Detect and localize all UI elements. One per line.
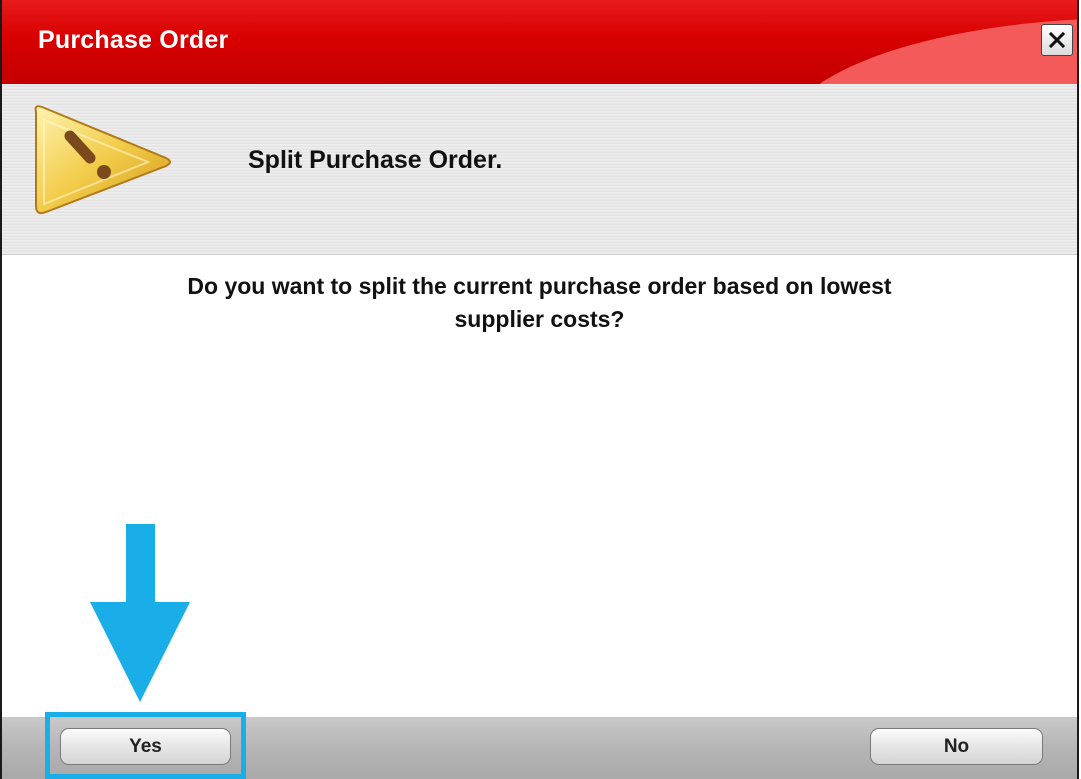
purchase-order-dialog: Purchase Order Split Purchase Order. Do … <box>0 0 1079 779</box>
message-line-1: Do you want to split the current purchas… <box>187 273 892 299</box>
close-icon <box>1048 31 1066 49</box>
dialog-message: Do you want to split the current purchas… <box>22 270 1057 336</box>
title-bar: Purchase Order <box>2 0 1077 84</box>
yes-button-highlight <box>45 712 246 779</box>
no-button[interactable]: No <box>870 728 1043 765</box>
warning-icon <box>34 105 171 215</box>
title-bar-swoosh <box>782 18 1077 84</box>
down-arrow-icon <box>90 524 190 702</box>
header-title: Split Purchase Order. <box>248 146 503 174</box>
dialog-header: Split Purchase Order. <box>2 84 1077 255</box>
window-title: Purchase Order <box>38 26 229 54</box>
message-line-2: supplier costs? <box>454 306 625 332</box>
close-button[interactable] <box>1041 24 1073 56</box>
